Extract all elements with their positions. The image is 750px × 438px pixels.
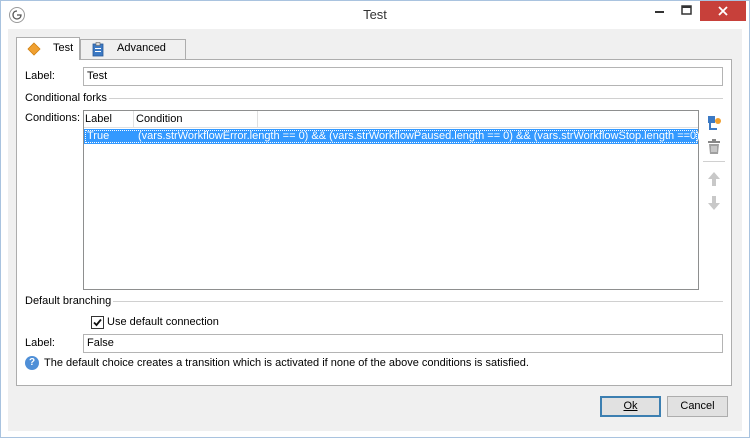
cancel-button-label: Cancel [680, 400, 715, 412]
dialog-client-area: Test Advanced Label: Test Conditional fo… [8, 29, 742, 431]
default-label-field[interactable]: False [83, 334, 723, 353]
minimize-button[interactable] [646, 1, 673, 21]
move-down-icon[interactable] [705, 194, 723, 212]
divider [111, 301, 723, 302]
conditional-forks-section: Conditional forks [25, 92, 723, 106]
section-heading: Conditional forks [25, 92, 109, 104]
close-button[interactable] [700, 1, 746, 21]
conditions-caption: Conditions: [25, 112, 81, 124]
label-caption: Label: [25, 70, 55, 82]
column-header-label[interactable]: Label [84, 111, 134, 128]
ok-button[interactable]: Ok [600, 396, 661, 417]
cancel-button[interactable]: Cancel [667, 396, 728, 417]
move-up-icon[interactable] [705, 170, 723, 188]
dialog-window: Test Test Advanced Label: Test Condition… [0, 0, 750, 438]
tab-label: Test [53, 42, 74, 54]
maximize-button[interactable] [673, 1, 700, 21]
row-label-cell: True [87, 130, 110, 142]
label-field[interactable]: Test [83, 67, 723, 86]
default-branching-section: Default branching [25, 295, 723, 309]
tab-test[interactable]: Test [16, 37, 80, 60]
window-title: Test [363, 7, 387, 22]
conditions-table[interactable]: Label Condition True (vars.strWorkflowEr… [83, 110, 700, 290]
tab-label: Advanced [117, 42, 166, 54]
help-text: The default choice creates a transition … [44, 357, 529, 369]
table-row[interactable]: True (vars.strWorkflowError.length == 0)… [84, 129, 700, 144]
divider [109, 98, 723, 99]
delete-icon[interactable] [705, 138, 723, 156]
use-default-connection-label[interactable]: Use default connection [107, 316, 219, 328]
default-label-caption: Label: [25, 337, 55, 349]
section-heading: Default branching [25, 295, 114, 307]
help-icon: ? [25, 356, 39, 370]
divider [703, 161, 725, 162]
tab-panel-test: Label: Test Conditional forks Conditions… [16, 59, 732, 386]
use-default-connection-checkbox[interactable] [91, 316, 104, 329]
title-bar: Test [1, 1, 749, 29]
ok-button-label: Ok [623, 400, 638, 412]
clipboard-icon [91, 42, 105, 60]
add-icon[interactable] [705, 114, 723, 132]
tab-advanced[interactable]: Advanced [80, 39, 186, 59]
row-condition-cell: (vars.strWorkflowError.length == 0) && (… [138, 130, 700, 142]
diamond-icon [27, 42, 41, 59]
table-header: Label Condition [84, 111, 698, 128]
column-header-condition[interactable]: Condition [134, 111, 258, 128]
